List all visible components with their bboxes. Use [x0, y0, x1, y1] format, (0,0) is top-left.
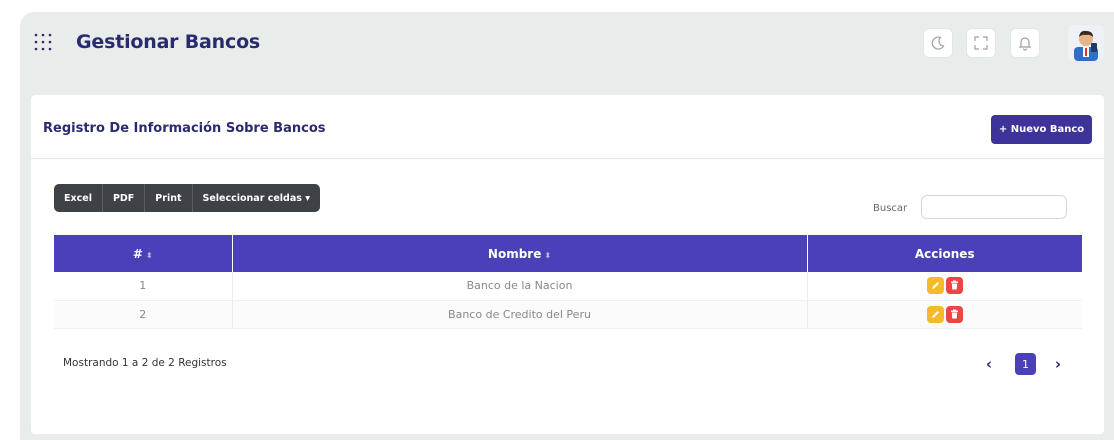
- cell-actions: [806, 300, 1082, 329]
- delete-button[interactable]: [945, 305, 963, 323]
- chevron-left-icon[interactable]: ‹: [979, 351, 999, 377]
- column-label: Nombre: [487, 246, 542, 261]
- cell-number: 2: [54, 300, 232, 329]
- export-button-group: Excel PDF Print Seleccionar celdas ▾: [54, 184, 320, 212]
- search-input[interactable]: [921, 195, 1067, 219]
- chevron-right-icon[interactable]: ›: [1048, 351, 1068, 377]
- search-label: Buscar: [873, 203, 908, 214]
- fullscreen-button[interactable]: [966, 28, 996, 58]
- trash-icon: [950, 309, 958, 318]
- user-avatar-icon: [1068, 25, 1104, 61]
- trash-icon: [950, 280, 958, 290]
- sort-icon: ⬍: [544, 250, 552, 260]
- edit-button[interactable]: [926, 305, 944, 323]
- cell-nombre: Banco de Credito del Peru: [231, 300, 807, 329]
- moon-icon: [931, 36, 945, 50]
- edit-button[interactable]: [926, 277, 944, 295]
- grid-menu-icon[interactable]: [32, 30, 58, 56]
- cell-nombre: Banco de la Nacion: [231, 272, 807, 301]
- table-header-row: # ⬍ Nombre ⬍ Acciones: [54, 235, 1082, 272]
- new-bank-button[interactable]: + Nuevo Banco: [991, 115, 1092, 144]
- notifications-button[interactable]: [1010, 28, 1040, 58]
- column-label: Acciones: [914, 246, 975, 261]
- fullscreen-icon: [974, 36, 988, 50]
- select-cells-dropdown[interactable]: Seleccionar celdas ▾: [192, 184, 320, 212]
- column-header-nombre[interactable]: Nombre ⬍: [231, 235, 807, 272]
- pagination: ‹ 1 ›: [979, 351, 1068, 377]
- excel-button[interactable]: Excel: [54, 184, 103, 212]
- dark-mode-button[interactable]: [923, 28, 953, 58]
- avatar[interactable]: [1068, 25, 1104, 61]
- cell-actions: [806, 272, 1082, 301]
- pencil-icon: [931, 310, 939, 318]
- table-row: 2 Banco de Credito del Peru: [54, 300, 1082, 329]
- page-title: Gestionar Bancos: [76, 31, 261, 53]
- banks-card: Registro De Información Sobre Bancos + N…: [31, 95, 1104, 434]
- column-header-number[interactable]: # ⬍: [54, 235, 232, 272]
- page-button-current[interactable]: 1: [1015, 353, 1036, 375]
- top-header: Gestionar Bancos: [20, 12, 1114, 74]
- card-title: Registro De Información Sobre Bancos: [43, 121, 326, 136]
- pencil-icon: [931, 282, 939, 290]
- bell-icon: [1018, 37, 1032, 51]
- card-header: Registro De Información Sobre Bancos + N…: [31, 95, 1104, 159]
- cell-number: 1: [54, 272, 232, 301]
- sort-icon: ⬍: [145, 250, 153, 260]
- table-row: 1 Banco de la Nacion: [54, 272, 1082, 301]
- column-label: #: [132, 246, 143, 261]
- print-button[interactable]: Print: [145, 184, 193, 212]
- banks-table: # ⬍ Nombre ⬍ Acciones 1 Banco de la Nacion: [54, 235, 1082, 329]
- column-header-acciones: Acciones: [806, 235, 1082, 272]
- delete-button[interactable]: [945, 277, 963, 295]
- pdf-button[interactable]: PDF: [102, 184, 146, 212]
- table-info: Mostrando 1 a 2 de 2 Registros: [63, 357, 227, 369]
